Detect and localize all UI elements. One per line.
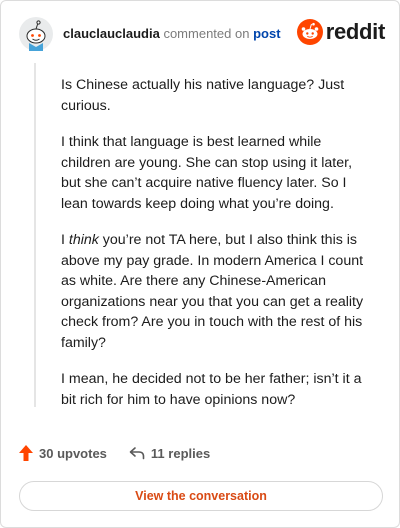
reddit-logo[interactable]: reddit [296,19,386,45]
username[interactable]: clauclauclaudia [63,26,160,41]
action-text: commented on [163,26,250,41]
emphasis-text: think [68,232,99,248]
comment-paragraph: I think you’re not TA here, but I also t… [61,230,371,353]
comment-text: I [61,232,69,248]
upvote-arrow-icon [19,445,33,461]
logo-text: reddit [325,19,386,44]
comment-meta: clauclauclaudia commented on post [63,26,281,41]
replies-control[interactable]: 11 replies [129,446,210,461]
reply-arrow-icon [129,447,145,460]
reddit-snoo-icon [296,19,323,45]
upvote-control[interactable]: 30 upvotes [19,445,107,461]
comment-text: you’re not TA here, but I also think thi… [61,232,364,351]
comment-body: Is Chinese actually his native language?… [61,75,371,426]
comment-header: clauclauclaudia commented on post reddit [19,17,385,51]
comment-paragraph: I mean, he decided not to be her father;… [61,371,362,408]
thread-line [34,63,36,407]
view-conversation-button[interactable]: View the conversation [19,481,383,511]
comment-card: clauclauclaudia commented on post reddit… [0,0,400,528]
comment-footer: 30 upvotes 11 replies [19,445,232,461]
post-link[interactable]: post [253,26,280,41]
comment-paragraph: Is Chinese actually his native language?… [61,77,345,114]
upvote-count: 30 upvotes [39,445,107,461]
snoo-avatar[interactable] [19,17,53,51]
reply-count: 11 replies [150,445,211,461]
comment-paragraph: I think that language is best learned wh… [61,134,353,212]
